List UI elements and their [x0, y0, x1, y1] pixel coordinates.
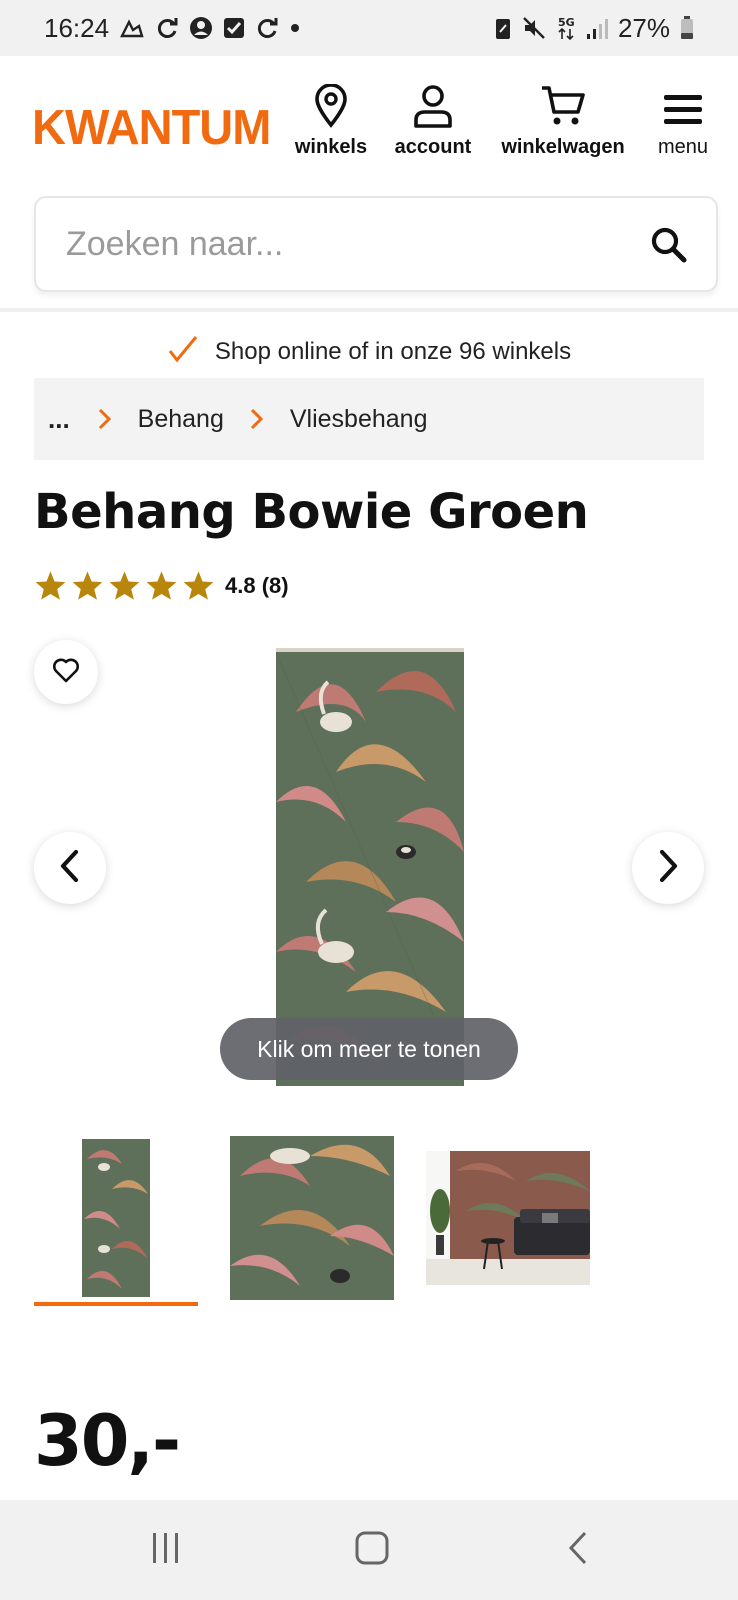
status-time: 16:24 [44, 12, 110, 43]
nav-account-label: account [394, 136, 472, 158]
thumbnail-pattern-image [230, 1136, 394, 1300]
breadcrumb-behang[interactable]: Behang [138, 405, 224, 434]
signal-icon [586, 16, 608, 40]
dot-icon [289, 22, 301, 34]
sync-icon-2 [255, 16, 279, 40]
product-title: Behang Bowie Groen [34, 484, 589, 540]
battery-saver-icon [494, 16, 512, 40]
nav-winkelwagen-label: winkelwagen [501, 136, 625, 158]
home-icon [354, 1530, 390, 1571]
nav-menu[interactable]: menu [646, 82, 720, 159]
mute-icon [522, 16, 546, 40]
thumbnail-strip [34, 1126, 704, 1310]
product-rating[interactable]: 4.8 (8) [34, 570, 289, 601]
gallery-prev-button[interactable] [34, 832, 106, 904]
star-icon [109, 571, 140, 600]
nav-account[interactable]: account [384, 82, 482, 159]
cart-icon [490, 82, 636, 128]
location-pin-icon [290, 82, 372, 128]
product-price: 30,- [34, 1400, 181, 1482]
star-icon [72, 571, 103, 600]
breadcrumb-ellipsis[interactable]: ... [48, 404, 70, 435]
user-icon [384, 82, 482, 128]
battery-percent: 27% [617, 12, 670, 43]
site-header: KWANTUM winkels account winkelwagen menu [0, 56, 738, 180]
recent-apps-button[interactable] [136, 1528, 196, 1572]
favorite-button[interactable] [34, 640, 98, 704]
home-button[interactable] [342, 1528, 402, 1572]
thumbnail-2[interactable] [230, 1126, 394, 1310]
breadcrumb-vliesbehang[interactable]: Vliesbehang [290, 405, 428, 434]
search-box [34, 196, 718, 292]
thumbnail-selected-indicator [34, 1302, 198, 1306]
search-button[interactable] [650, 226, 688, 264]
account-circle-icon [189, 16, 213, 40]
pedometer-icon [119, 16, 145, 40]
nav-winkels[interactable]: winkels [290, 82, 372, 159]
chevron-right-icon-gallery [657, 849, 679, 888]
hamburger-menu-icon [646, 82, 720, 128]
recent-apps-icon [149, 1531, 183, 1570]
thumbnail-3[interactable] [426, 1126, 590, 1310]
thumbnail-1[interactable] [34, 1126, 198, 1310]
heart-icon [52, 657, 80, 688]
back-button[interactable] [548, 1528, 608, 1572]
usp-text: Shop online of in onze 96 winkels [214, 338, 572, 365]
status-bar-left: 16:24 [44, 13, 301, 44]
system-nav-bar [0, 1500, 738, 1600]
chevron-right-icon [98, 408, 112, 430]
search-input[interactable] [66, 198, 626, 290]
sync-icon [155, 16, 179, 40]
header-divider [0, 308, 738, 312]
star-icon [146, 571, 177, 600]
star-icon [35, 571, 66, 600]
checkmark-icon [167, 334, 199, 371]
kwantum-logo[interactable]: KWANTUM [32, 98, 271, 156]
star-icon [183, 571, 214, 600]
thumbnail-room-image [426, 1151, 590, 1285]
gallery-next-button[interactable] [632, 832, 704, 904]
checkbox-icon [223, 17, 245, 39]
nav-winkelwagen[interactable]: winkelwagen [490, 82, 636, 159]
nav-menu-label: menu [657, 136, 709, 158]
rating-text: 4.8 (8) [225, 572, 289, 598]
status-bar-right: 5G 27% [494, 13, 694, 44]
thumbnail-roll-image [82, 1139, 150, 1297]
search-icon [650, 227, 688, 268]
chevron-left-icon [59, 849, 81, 888]
chevron-right-icon-2 [250, 408, 264, 430]
5g-icon: 5G [556, 15, 576, 41]
status-bar: 16:24 5G 27% [0, 0, 738, 56]
svg-text:5G: 5G [558, 16, 575, 29]
back-icon [566, 1530, 590, 1571]
nav-winkels-label: winkels [294, 136, 368, 158]
breadcrumb: ... Behang Vliesbehang [34, 378, 704, 460]
usp-bar: Shop online of in onze 96 winkels [0, 330, 738, 374]
battery-icon [680, 16, 694, 40]
show-more-button[interactable]: Klik om meer te tonen [220, 1018, 518, 1080]
